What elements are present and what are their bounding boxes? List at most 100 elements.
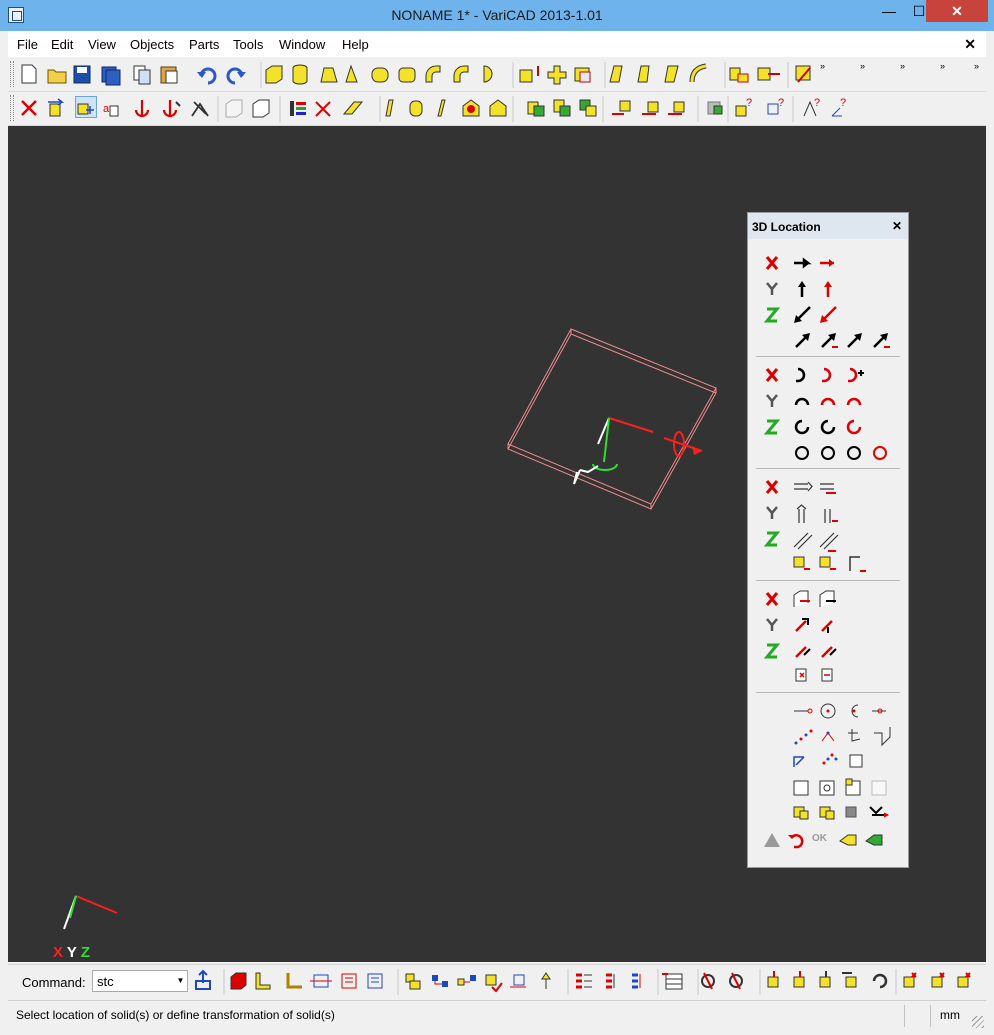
toolbar-overflow-icon[interactable]: » — [860, 61, 865, 71]
anchor-icon — [134, 100, 150, 118]
delete-solid-icon — [21, 100, 37, 116]
copy-red-icon — [903, 972, 917, 988]
panel-icons: OK — [764, 255, 891, 849]
minimize-button[interactable]: — — [874, 0, 904, 22]
table-icon — [662, 973, 683, 990]
align-section — [765, 590, 837, 682]
document-close-icon[interactable]: ✕ — [964, 36, 976, 53]
world-axes — [63, 895, 118, 930]
translate-section — [765, 255, 890, 348]
update3-icon — [819, 971, 831, 988]
move-vertex-icon — [668, 101, 685, 115]
intersect-solid-icon — [579, 99, 597, 117]
copy-icon — [133, 65, 151, 85]
section-red-icon — [341, 973, 357, 989]
tube-solid-icon — [371, 67, 389, 83]
status-divider — [904, 1005, 905, 1027]
assembly-icon — [405, 973, 421, 990]
toolbar-main-icons — [21, 62, 811, 88]
scissors-icon — [315, 101, 331, 117]
menu-objects[interactable]: Objects — [130, 37, 174, 52]
move-face-icon — [642, 101, 659, 115]
toolbar-overflow-icon[interactable]: » — [900, 61, 905, 71]
close-button[interactable]: ✕ — [926, 0, 988, 22]
open-folder-icon — [47, 69, 67, 84]
move-edge-icon — [612, 100, 631, 115]
pin-icon — [541, 972, 551, 989]
export-icon — [195, 969, 211, 990]
curve-solid-icon — [689, 63, 707, 83]
add-solids-icon — [547, 65, 567, 85]
profile-icon — [286, 973, 302, 989]
update2-icon — [793, 971, 805, 988]
list-blue-icon — [632, 973, 641, 989]
window-title: NONAME 1* - VariCAD 2013-1.01 — [391, 7, 603, 23]
query-distance-icon: ? — [767, 97, 784, 115]
resize-grip-icon[interactable] — [972, 1016, 984, 1028]
refresh-icon — [872, 973, 888, 989]
offset-section — [765, 479, 866, 572]
delete-red2-icon — [957, 972, 971, 988]
title-bar: NONAME 1* - VariCAD 2013-1.01 — ☐ ✕ — [0, 0, 994, 31]
split-icon — [191, 101, 209, 117]
subtract-solid-icon — [553, 99, 571, 117]
color-icon — [290, 101, 306, 116]
status-message: Select location of solid(s) or define tr… — [16, 1008, 335, 1022]
menu-help[interactable]: Help — [342, 37, 369, 52]
half-sphere-solid-icon — [483, 65, 493, 83]
section-blue-icon — [367, 973, 383, 989]
svg-text:?: ? — [746, 97, 752, 109]
rotate-section — [765, 367, 887, 460]
bend-solid-icon — [453, 65, 469, 83]
attribute-icon: a — [103, 103, 119, 117]
round-box-icon — [462, 99, 480, 117]
chamfer-icon — [637, 65, 650, 83]
delete-red-icon — [931, 972, 945, 988]
svg-text:a: a — [103, 103, 110, 115]
pipe-solid-icon — [398, 67, 416, 83]
menu-window[interactable]: Window — [279, 37, 325, 52]
shaft-icon — [342, 101, 364, 115]
toolbar-overflow-icon[interactable]: » — [974, 61, 979, 71]
new-file-icon — [21, 64, 37, 84]
save-all-icon — [101, 66, 121, 86]
panel-3d-location: 3D Location ✕ OK — [747, 212, 909, 868]
status-bar: Select location of solid(s) or define tr… — [8, 1000, 986, 1030]
paste-icon — [160, 66, 178, 84]
bottom-toolbar-icons — [195, 969, 971, 995]
unlink-icon — [701, 972, 715, 990]
bolt-icon — [409, 100, 423, 117]
transform-solid-icon — [48, 98, 65, 117]
redo-icon — [226, 67, 246, 85]
section-icon — [310, 974, 332, 988]
axis-labels: X Y Z — [53, 944, 90, 961]
fillet-icon — [609, 65, 623, 83]
update4-icon — [842, 972, 857, 988]
insert-solid-icon — [729, 67, 749, 83]
menu-view[interactable]: View — [88, 37, 116, 52]
menu-edit[interactable]: Edit — [51, 37, 73, 52]
cut-icon — [437, 99, 446, 117]
axis-y-label: Y — [66, 944, 77, 961]
check-icon — [707, 101, 723, 115]
pipe-icon — [255, 972, 271, 990]
command-bar: Command: ▼ — [8, 964, 986, 998]
status-divider — [930, 1005, 931, 1027]
toolbar-overflow-icon[interactable]: » — [820, 61, 825, 71]
menu-file[interactable]: File — [17, 37, 38, 52]
add-solid-icon — [527, 101, 545, 117]
svg-text:?: ? — [840, 97, 846, 109]
box-solid-icon — [265, 65, 283, 84]
elbow-solid-icon — [425, 65, 441, 83]
slice-icon — [664, 65, 679, 83]
toolbar-main: » » » » » — [8, 58, 986, 92]
toolbar-overflow-icon[interactable]: » — [940, 61, 945, 71]
toolbar-secondary-icons: a ? ? ? ? — [21, 96, 846, 122]
link-icon — [457, 975, 476, 986]
menu-tools[interactable]: Tools — [233, 37, 263, 52]
extrude-icon — [519, 66, 539, 83]
tree-icon — [432, 975, 448, 987]
menu-bar: File Edit View Objects Parts Tools Windo… — [8, 31, 986, 57]
measure-icon — [510, 974, 526, 988]
menu-parts[interactable]: Parts — [189, 37, 219, 52]
